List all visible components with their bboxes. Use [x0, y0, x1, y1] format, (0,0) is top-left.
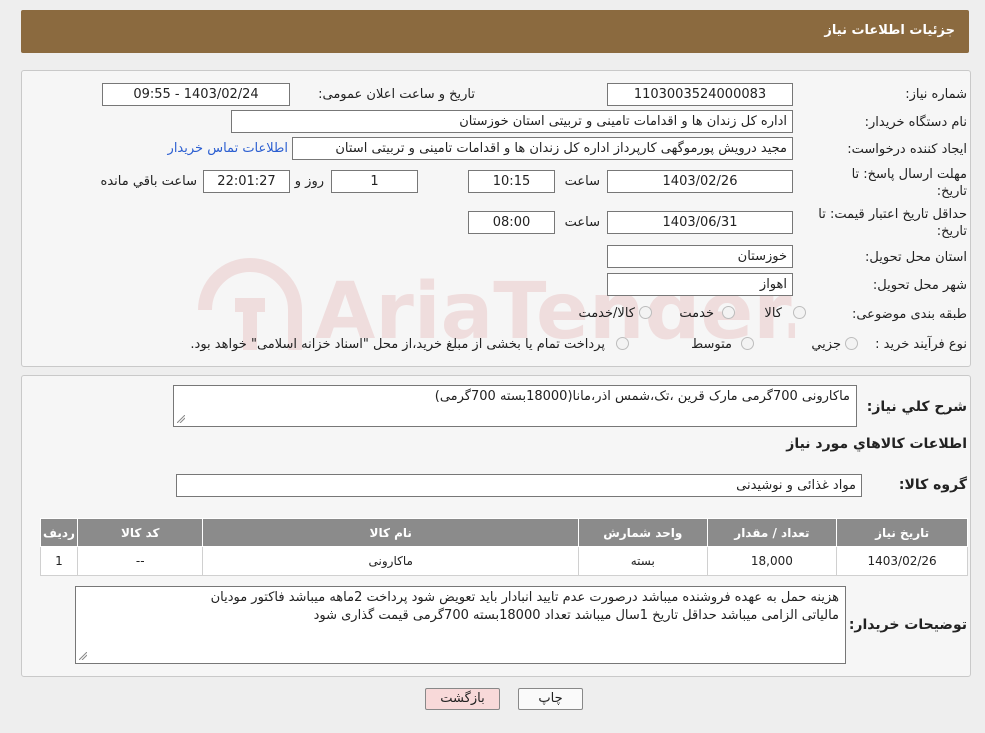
- buyer-notes-label: توضیحات خریدار:: [848, 617, 967, 633]
- col-code: کد کالا: [76, 518, 204, 547]
- reply-deadline-time-field: 10:15: [468, 170, 555, 193]
- buyer-notes-line-2: مالیاتی الزامی میباشد حداقل تاریخ 1سال م…: [313, 608, 839, 623]
- price-validity-label-2: تاریخ:: [936, 224, 967, 239]
- items-table-header: رديف کد کالا نام کالا واحد شمارش تعداد /…: [40, 518, 968, 547]
- price-validity-time-field: 08:00: [468, 211, 555, 234]
- price-validity-label: حداقل تاریخ اعتبار قیمت: تا: [818, 207, 967, 222]
- buyer-notes-textarea[interactable]: هزینه حمل به عهده فروشنده میباشد درصورت …: [75, 586, 846, 664]
- purchase-checkbox-treasury[interactable]: [616, 337, 629, 350]
- category-option-goods-service: کالا/خدمت: [578, 306, 635, 321]
- goods-group-label: گروه کالا:: [898, 477, 967, 493]
- table-row: 1 -- ماکارونی بسته 18,000 1403/02/26: [40, 546, 968, 576]
- remaining-days-field: 1: [331, 170, 418, 193]
- category-label: طبقه بندی موضوعی:: [851, 307, 967, 322]
- reply-deadline-date-field: 1403/02/26: [607, 170, 793, 193]
- buyer-org-field: اداره کل زندان ها و اقدامات تامینی و ترب…: [231, 110, 793, 133]
- purchase-radio-medium[interactable]: [741, 337, 754, 350]
- col-row: رديف: [40, 518, 78, 547]
- cell-code: --: [76, 546, 204, 576]
- items-section-title: اطلاعات کالاهاي مورد نياز: [786, 436, 967, 452]
- col-date: تاريخ نياز: [836, 518, 968, 547]
- reply-time-label: ساعت: [564, 174, 600, 189]
- category-option-goods: کالا: [764, 306, 782, 321]
- items-table: رديف کد کالا نام کالا واحد شمارش تعداد /…: [40, 518, 968, 576]
- city-field: اهواز: [607, 273, 793, 296]
- category-radio-service[interactable]: [722, 306, 735, 319]
- col-quantity: تعداد / مقدار: [706, 518, 838, 547]
- reply-deadline-label-2: تاریخ:: [936, 184, 967, 199]
- category-radio-goods-service[interactable]: [639, 306, 652, 319]
- cell-unit: بسته: [577, 546, 708, 576]
- col-unit: واحد شمارش: [577, 518, 708, 547]
- treasury-note: پرداخت تمام یا بخشی از مبلغ خرید،از محل …: [190, 337, 605, 352]
- remaining-time-field: 22:01:27: [203, 170, 290, 193]
- summary-textarea[interactable]: ماکارونی 700گرمی مارک قرین ،تک،شمس اذر،م…: [173, 385, 857, 427]
- cell-date: 1403/02/26: [836, 546, 968, 576]
- requester-field: مجید درویش پورموگهی کارپرداز اداره کل زن…: [292, 137, 793, 160]
- requester-label: ایجاد کننده درخواست:: [847, 142, 967, 157]
- page-header: جزئیات اطلاعات نیاز: [21, 10, 969, 53]
- cell-name: ماکارونی: [202, 546, 579, 576]
- buyer-contact-link[interactable]: اطلاعات تماس خریدار: [168, 141, 288, 156]
- remaining-time-label: ساعت باقي مانده: [100, 174, 197, 189]
- purchase-option-medium: متوسط: [691, 337, 732, 352]
- province-label: استان محل تحویل:: [865, 250, 967, 265]
- resize-grip-icon: [177, 415, 185, 423]
- announce-datetime-label: تاریخ و ساعت اعلان عمومی:: [318, 87, 475, 102]
- buyer-notes-line-1: هزینه حمل به عهده فروشنده میباشد درصورت …: [210, 590, 839, 605]
- price-validity-date-field: 1403/06/31: [607, 211, 793, 234]
- announce-datetime-field: 1403/02/24 - 09:55: [102, 83, 290, 106]
- purchase-type-label: نوع فرآیند خرید :: [875, 337, 967, 352]
- purchase-radio-minor[interactable]: [845, 337, 858, 350]
- goods-group-field: مواد غذائی و نوشیدنی: [176, 474, 862, 497]
- reply-deadline-label: مهلت ارسال پاسخ: تا: [851, 167, 967, 182]
- need-number-field: 1103003524000083: [607, 83, 793, 106]
- buyer-org-label: نام دستگاه خریدار:: [864, 115, 967, 130]
- cell-quantity: 18,000: [706, 546, 838, 576]
- summary-text: ماکارونی 700گرمی مارک قرین ،تک،شمس اذر،م…: [434, 389, 850, 404]
- page-title: جزئیات اطلاعات نیاز: [824, 23, 955, 38]
- col-name: نام کالا: [202, 518, 579, 547]
- resize-grip-icon: [79, 652, 87, 660]
- city-label: شهر محل تحویل:: [872, 278, 967, 293]
- summary-label: شرح کلي نياز:: [866, 399, 967, 415]
- back-button[interactable]: بازگشت: [425, 688, 500, 710]
- category-radio-goods[interactable]: [793, 306, 806, 319]
- purchase-option-minor: جزيي: [811, 337, 841, 352]
- category-option-service: خدمت: [679, 306, 714, 321]
- cell-row: 1: [40, 546, 78, 576]
- print-button[interactable]: چاپ: [518, 688, 583, 710]
- days-label: روز و: [294, 174, 324, 189]
- need-number-label: شماره نیاز:: [905, 87, 967, 102]
- province-field: خوزستان: [607, 245, 793, 268]
- validity-time-label: ساعت: [564, 215, 600, 230]
